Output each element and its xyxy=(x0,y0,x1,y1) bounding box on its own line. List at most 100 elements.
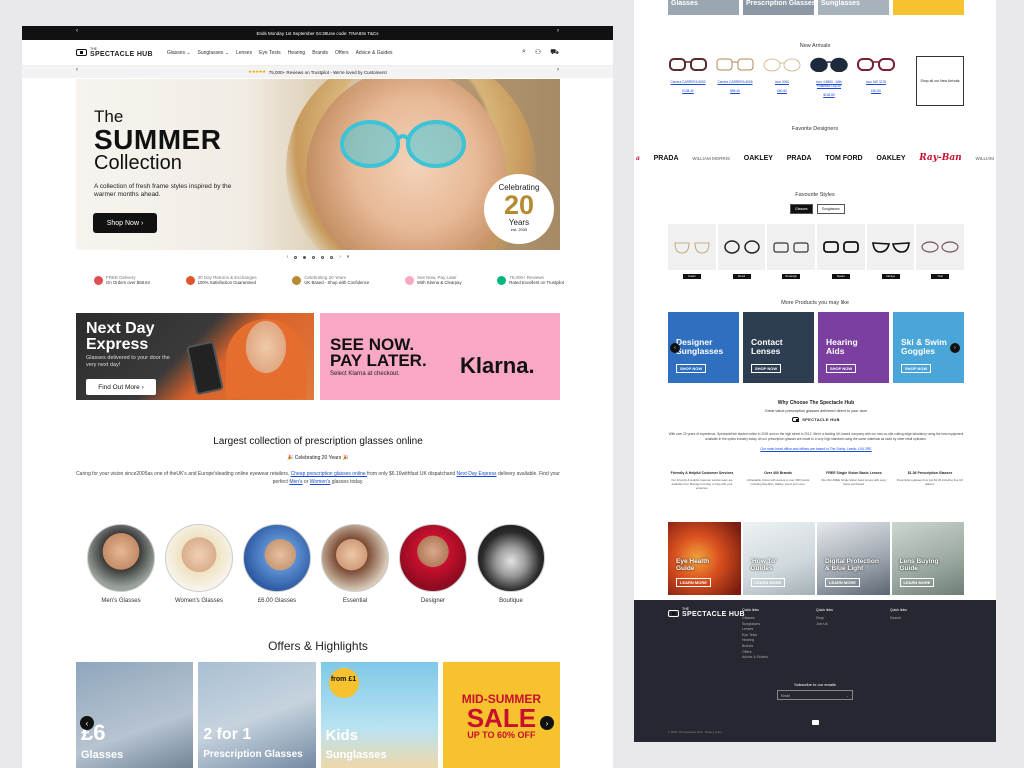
next-day-express-banner[interactable]: Next Day Express Glasses delivered to you… xyxy=(76,313,314,400)
style-card-round[interactable]: Round xyxy=(717,224,766,279)
offer-kids-sunglasses[interactable]: from £1 Kids Sunglasses xyxy=(320,662,438,768)
nav-lenses[interactable]: Lenses xyxy=(236,50,252,56)
shop-now-button[interactable]: SHOP NOW xyxy=(826,364,857,373)
guide-lens-buying[interactable]: Lens Buying Guide LEARN MORE xyxy=(891,522,964,595)
nav-glasses[interactable]: Glasses ⌄ xyxy=(167,50,191,56)
style-card-oval[interactable]: Oval xyxy=(916,224,965,279)
promo-next-icon[interactable]: › xyxy=(557,28,559,34)
trust-prev-icon[interactable]: ‹ xyxy=(76,67,78,73)
nav-offers[interactable]: Offers xyxy=(335,50,349,56)
designer-logo-oakley[interactable]: OAKLEY xyxy=(744,155,773,162)
nav-hearing[interactable]: Hearing xyxy=(288,50,306,56)
account-icon[interactable]: ⚇ xyxy=(535,48,541,57)
style-card-aviator[interactable]: Aviator xyxy=(668,224,716,279)
hero-shop-now-button[interactable]: Shop Now › xyxy=(93,213,157,233)
offer-mid-summer-sale[interactable]: MID-SUMMER SALE UP TO 60% OFF xyxy=(442,662,560,768)
tile-prescription[interactable]: Prescription Glasses xyxy=(743,0,814,15)
category-boutique[interactable]: Boutique xyxy=(476,524,546,604)
arrow-right-icon[interactable]: → xyxy=(846,694,850,698)
offer-2-for-1[interactable]: 2 for 1 Prescription Glasses xyxy=(198,662,316,768)
tile-sale[interactable] xyxy=(893,0,964,15)
product-card[interactable]: Carrera CARRERA 8055 $98.40 xyxy=(715,56,755,97)
guide-eye-health[interactable]: Eye Health Guide LEARN MORE xyxy=(668,522,741,595)
shop-all-new-arrivals[interactable]: Shop all our New Arrivals xyxy=(916,56,964,106)
footer-link[interactable]: Join Us xyxy=(816,622,833,628)
carousel-pause-icon[interactable]: ⏸ xyxy=(347,254,350,260)
shop-now-button[interactable]: SHOP NOW xyxy=(901,364,932,373)
footer-logo[interactable]: THE SPECTACLE HUB xyxy=(668,607,745,618)
carousel-prev-icon[interactable]: ‹ xyxy=(287,254,289,260)
learn-more-button[interactable]: LEARN MORE xyxy=(750,578,786,587)
tab-glasses[interactable]: Glasses xyxy=(790,204,813,214)
offer-6-glasses[interactable]: £6 Glasses xyxy=(76,662,194,768)
youtube-icon[interactable] xyxy=(812,720,819,725)
cart-icon[interactable]: ⛟ xyxy=(550,48,559,57)
klarna-banner[interactable]: SEE NOW. PAY LATER. Select Klarna at chec… xyxy=(320,313,560,400)
designer-logo-william[interactable]: WILLIAM xyxy=(975,156,994,161)
carousel-dot[interactable] xyxy=(294,255,298,259)
nav-brands[interactable]: Brands xyxy=(312,50,328,56)
next-day-express-link[interactable]: Next Day Express xyxy=(457,471,497,477)
carousel-dot[interactable] xyxy=(330,255,334,259)
designer-logo-william-morris[interactable]: WILLIAM MORRIS xyxy=(692,156,730,161)
search-icon[interactable]: ⌕ xyxy=(522,48,526,57)
product-card[interactable]: Carrera CARRERA 8053 £108.40 xyxy=(668,56,708,97)
designer-logo[interactable]: a xyxy=(636,155,640,162)
carousel-dot-active[interactable] xyxy=(303,255,307,259)
guide-digital-protection[interactable]: Digital Protection & Blue Light LEARN MOR… xyxy=(817,522,890,595)
promo-contact-lenses[interactable]: Contact Lenses SHOP NOW xyxy=(743,312,814,383)
promo-hearing-aids[interactable]: Hearing Aids SHOP NOW xyxy=(818,312,889,383)
product-card[interactable]: Icon 4 8880 - With Polarised Clip on $10… xyxy=(809,56,849,97)
shop-now-button[interactable]: SHOP NOW xyxy=(751,364,782,373)
mens-link[interactable]: Men's xyxy=(289,479,302,485)
category-womens[interactable]: Women's Glasses xyxy=(164,524,234,604)
nav-advice[interactable]: Advice & Guides xyxy=(356,50,393,56)
tile-sunglasses[interactable]: Sunglasses xyxy=(818,0,889,15)
more-products-title: More Products you may like xyxy=(781,300,849,306)
promo-prev-icon[interactable]: ‹ xyxy=(76,28,78,34)
category-essential[interactable]: Essential xyxy=(320,524,390,604)
category-designer[interactable]: Designer xyxy=(398,524,468,604)
nav-sunglasses[interactable]: Sunglasses ⌄ xyxy=(198,50,229,56)
product-card[interactable]: Icon MD 3178 £60.50 xyxy=(856,56,896,97)
cheap-glasses-link[interactable]: Cheap prescription glasses online xyxy=(291,471,367,477)
site-logo[interactable]: THE SPECTACLE HUB xyxy=(76,47,153,58)
product-card[interactable]: Icon 2060 £60.50 xyxy=(762,56,802,97)
category-mens[interactable]: Men's Glasses xyxy=(86,524,156,604)
designer-logo-tom-ford[interactable]: TOM FORD xyxy=(825,155,862,162)
guide-how-to[interactable]: 'How To' Guides LEARN MORE xyxy=(742,522,815,595)
learn-more-button[interactable]: LEARN MORE xyxy=(825,578,860,587)
style-card-rectangle[interactable]: Rectangle xyxy=(767,224,816,279)
carousel-next-icon[interactable]: › xyxy=(339,254,341,260)
designer-logo-ray-ban[interactable]: Ray-Ban xyxy=(919,153,961,163)
womens-link[interactable]: Women's xyxy=(310,479,331,485)
style-card-cat-eye[interactable]: Cat Eye xyxy=(866,224,915,279)
category-6-glasses[interactable]: £6.00 Glasses xyxy=(242,524,312,604)
offers-prev-icon[interactable]: ‹ xyxy=(80,716,94,730)
designer-logo-prada[interactable]: PRADA xyxy=(787,155,812,162)
carousel-dot[interactable] xyxy=(312,255,316,259)
why-choose-section: Why Choose The Spectacle Hub Great value… xyxy=(668,400,964,451)
designer-logo-prada[interactable]: PRADA xyxy=(654,155,679,162)
find-out-more-button[interactable]: Find Out More › xyxy=(86,379,156,395)
main-nav: THE SPECTACLE HUB Glasses ⌄ Sunglasses ⌄ … xyxy=(22,40,613,66)
trust-next-icon[interactable]: › xyxy=(557,67,559,73)
head-office-link[interactable]: Our main head office and offices are bas… xyxy=(668,447,964,451)
hero-banner[interactable]: The SUMMER Collection A collection of fr… xyxy=(76,79,560,250)
learn-more-button[interactable]: LEARN MORE xyxy=(899,578,935,587)
shop-now-button[interactable]: SHOP NOW xyxy=(676,364,707,373)
more-products-prev-icon[interactable]: ‹ xyxy=(670,343,680,353)
style-card-square[interactable]: Square xyxy=(817,224,865,279)
offers-next-icon[interactable]: › xyxy=(540,716,554,730)
carousel-dot[interactable] xyxy=(321,255,325,259)
delivery-truck-icon xyxy=(94,275,103,285)
email-field[interactable]: Email → xyxy=(777,690,853,700)
tile-glasses[interactable]: Glasses xyxy=(668,0,739,15)
footer-link[interactable]: Advice & Guides xyxy=(742,655,768,661)
more-products-next-icon[interactable]: › xyxy=(950,343,960,353)
tab-sunglasses[interactable]: Sunglasses xyxy=(816,204,845,214)
footer-link[interactable]: Search xyxy=(890,616,907,622)
designer-logo-oakley[interactable]: OAKLEY xyxy=(876,155,905,162)
learn-more-button[interactable]: LEARN MORE xyxy=(676,578,711,587)
nav-eye-tests[interactable]: Eye Tests xyxy=(259,50,281,56)
